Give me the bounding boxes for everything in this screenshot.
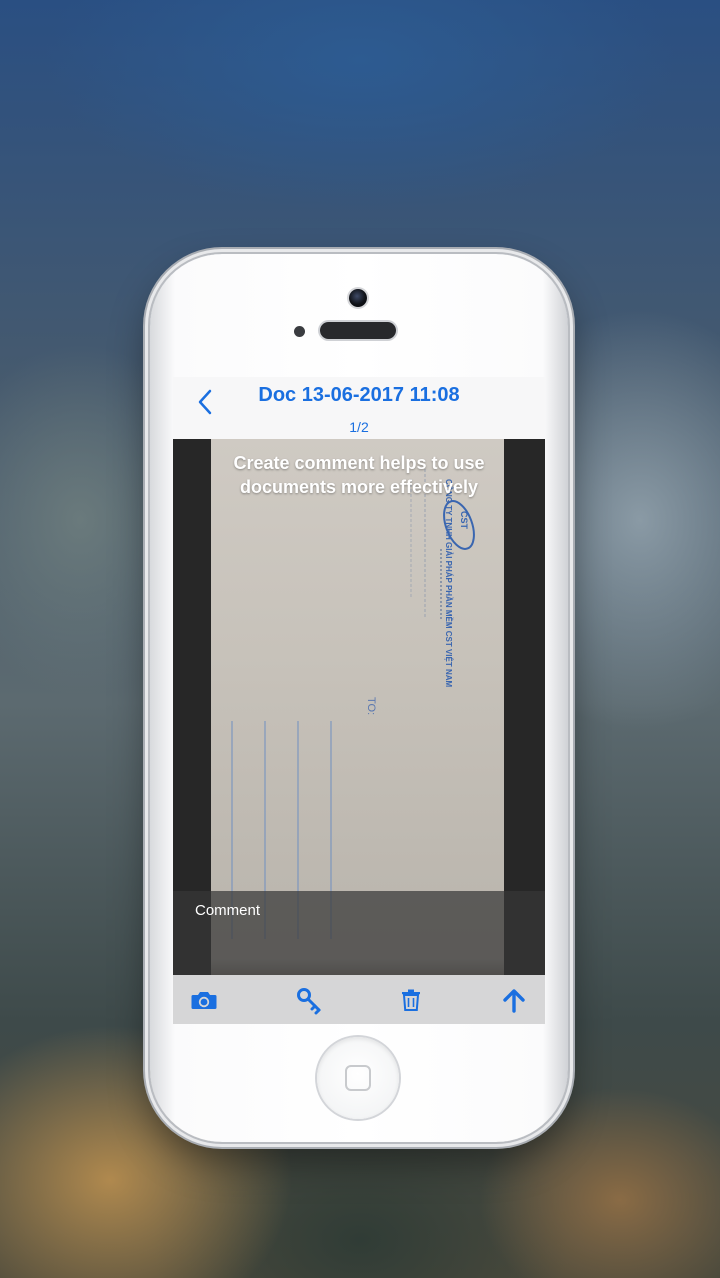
camera-icon xyxy=(191,992,217,1009)
document-title: Doc 13-06-2017 11:08 xyxy=(258,384,460,406)
back-button[interactable] xyxy=(193,387,221,417)
trash-icon xyxy=(402,989,420,1011)
to-label: TO: xyxy=(365,697,377,716)
comment-placeholder: Comment xyxy=(195,902,261,919)
proximity-sensor xyxy=(294,326,305,337)
company-logo-text: CST xyxy=(459,511,469,529)
document-viewer[interactable]: CST CÔNG TY TNHH GIẢI PHÁP PHẦN MỀM CST … xyxy=(173,439,545,975)
app-screen: Doc 13-06-2017 11:08 1/2 CST CÔNG TY TNH… xyxy=(173,377,545,1024)
upload-button[interactable] xyxy=(499,985,529,1015)
upload-arrow-icon xyxy=(503,989,525,1013)
comment-hint: Create comment helps to use documents mo… xyxy=(233,453,485,497)
key-icon xyxy=(297,988,321,1015)
navigation-bar: Doc 13-06-2017 11:08 1/2 xyxy=(173,377,545,439)
camera-button[interactable] xyxy=(189,985,219,1015)
chevron-left-icon xyxy=(198,389,212,415)
home-square-icon xyxy=(345,1065,371,1091)
bottom-toolbar xyxy=(173,975,545,1024)
delete-button[interactable] xyxy=(396,985,426,1015)
front-camera xyxy=(349,289,367,307)
comment-field[interactable]: Comment xyxy=(173,891,545,975)
page-indicator: 1/2 xyxy=(349,419,369,435)
home-button[interactable] xyxy=(317,1037,399,1119)
earpiece-speaker xyxy=(320,322,396,339)
company-name-text: CÔNG TY TNHH GIẢI PHÁP PHẦN MỀM CST VIỆT… xyxy=(444,479,453,688)
key-button[interactable] xyxy=(295,985,325,1015)
